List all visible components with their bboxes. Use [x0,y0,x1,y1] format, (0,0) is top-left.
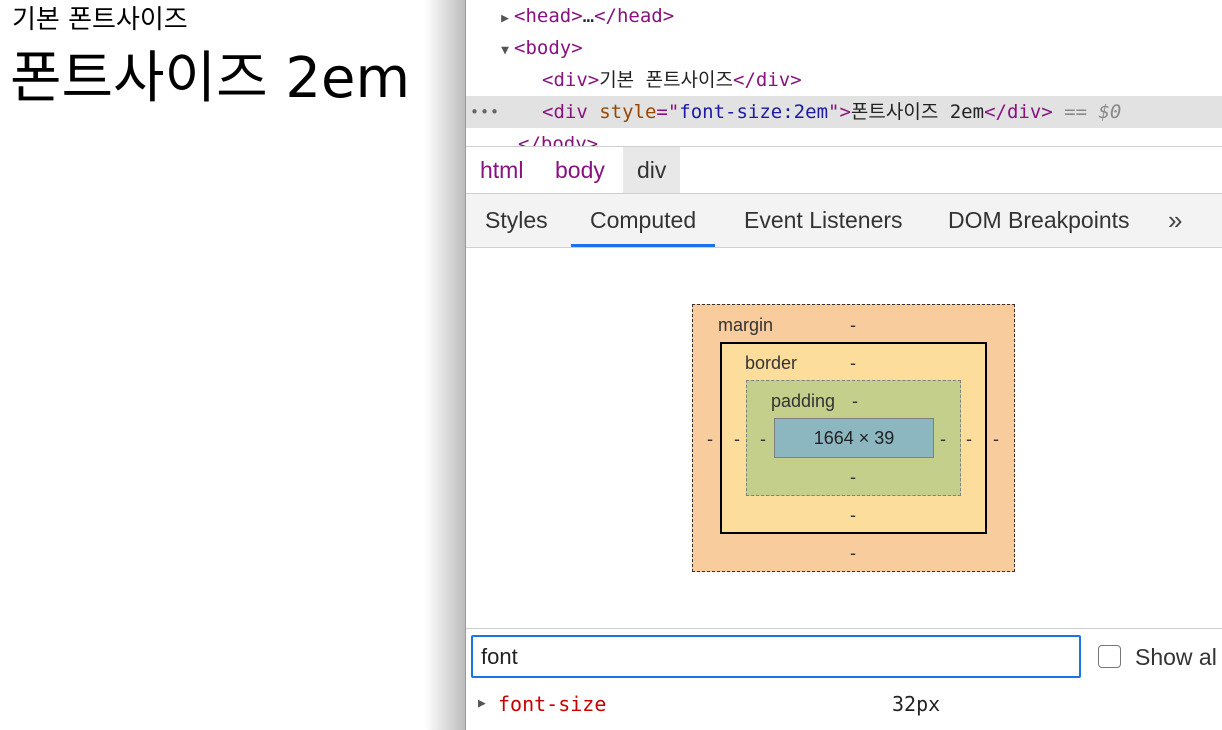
computed-filter-bar: font Show al [466,628,1222,684]
show-all-checkbox[interactable] [1098,645,1121,669]
expand-triangle-icon[interactable]: ▶ [496,3,514,35]
page-text-2em-font: 폰트사이즈 2em [10,46,411,111]
padding-top-value[interactable]: - [852,391,858,411]
margin-left-value[interactable]: - [707,429,713,449]
more-options-icon[interactable]: ••• [470,96,500,128]
computed-properties-list: ▶ font-size 32px [466,684,1222,730]
padding-label: padding [771,391,836,411]
margin-right-value[interactable]: - [993,429,999,449]
breadcrumb-body[interactable]: body [541,147,619,193]
margin-label: margin [718,315,774,335]
box-model-diagram: 1664 × 39 margin border padding - - - - … [466,248,1222,628]
dom-node-body-close[interactable]: </body> [466,128,1222,146]
expand-triangle-icon[interactable]: ▶ [478,684,486,724]
devtools-panel: ▶ <head>…</head> ▼ <body> <div>기본 폰트사이즈</d… [465,0,1222,730]
computed-property-row[interactable]: ▶ font-size 32px [466,684,1222,724]
border-top-value[interactable]: - [850,353,856,373]
panel-divider-shadow [425,0,467,730]
show-all-toggle[interactable]: Show al [1098,641,1217,673]
filter-input[interactable]: font [471,635,1081,678]
sidebar-tabs: Styles Computed Event Listeners DOM Brea… [466,194,1222,248]
dom-tree: ▶ <head>…</head> ▼ <body> <div>기본 폰트사이즈</d… [466,0,1222,146]
dom-node-head[interactable]: ▶ <head>…</head> [466,0,1222,32]
more-tabs-chevron-icon[interactable]: » [1168,194,1182,247]
selected-node-var: $0 [1098,101,1122,123]
breadcrumb-html[interactable]: html [466,147,537,193]
page-preview: 기본 폰트사이즈 폰트사이즈 2em [0,0,465,730]
padding-right-value[interactable]: - [940,429,946,449]
box-model-content-size[interactable]: 1664 × 39 [774,418,934,458]
border-bottom-value[interactable]: - [850,505,856,525]
show-all-label: Show al [1135,644,1217,670]
margin-top-value[interactable]: - [850,315,856,335]
border-label: border [745,353,798,373]
property-name: font-size [498,692,607,716]
border-right-value[interactable]: - [966,429,972,449]
tab-dom-breakpoints[interactable]: DOM Breakpoints [929,194,1149,247]
collapse-triangle-icon[interactable]: ▼ [496,35,514,67]
breadcrumb-div[interactable]: div [623,147,681,193]
padding-bottom-value[interactable]: - [850,467,856,487]
tab-computed[interactable]: Computed [571,194,716,247]
breadcrumb: html body div [466,146,1222,194]
dom-node-div-2-selected[interactable]: ••• <div style="font-size:2em">폰트사이즈 2em… [466,96,1222,128]
tab-event-listeners[interactable]: Event Listeners [725,194,922,247]
border-left-value[interactable]: - [734,429,740,449]
dom-node-body[interactable]: ▼ <body> [466,32,1222,64]
margin-bottom-value[interactable]: - [850,543,856,563]
padding-left-value[interactable]: - [760,429,766,449]
page-text-default-font: 기본 폰트사이즈 [12,5,188,35]
dom-node-div-1[interactable]: <div>기본 폰트사이즈</div> [466,64,1222,96]
tab-styles[interactable]: Styles [466,194,567,247]
property-value: 32px [892,692,941,716]
